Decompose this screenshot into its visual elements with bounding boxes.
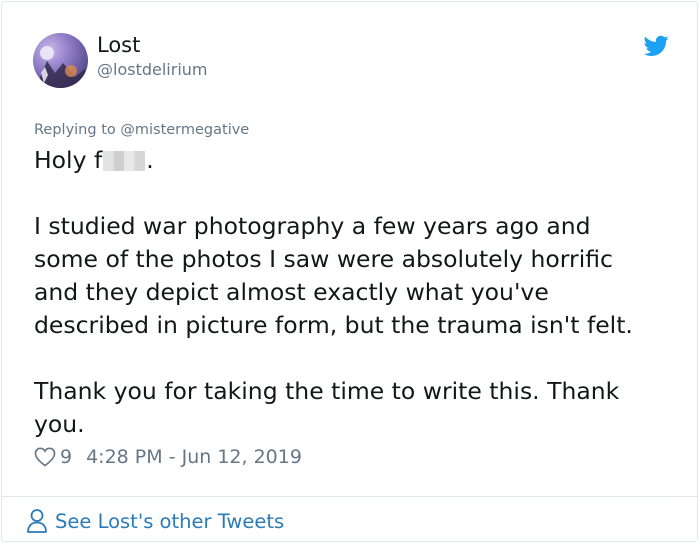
avatar[interactable]: [33, 33, 88, 88]
tweet-meta: 9 4:28 PM - Jun 12, 2019: [34, 444, 302, 470]
censor-blur: [103, 151, 146, 171]
username[interactable]: @lostdelirium: [97, 60, 207, 79]
tweet-line-1: Holy f.: [34, 144, 674, 177]
see-other-tweets-link[interactable]: See Lost's other Tweets: [26, 507, 284, 535]
display-name[interactable]: Lost: [97, 33, 140, 57]
person-icon: [27, 509, 47, 533]
heart-icon[interactable]: [34, 447, 56, 467]
timestamp[interactable]: 4:28 PM - Jun 12, 2019: [86, 446, 302, 468]
like-count[interactable]: 9: [60, 446, 72, 468]
tweet-card: Lost @lostdelirium Replying to @misterme…: [1, 1, 698, 542]
tweet-text: Holy f. I studied war photography a few …: [34, 144, 674, 441]
tweet-paragraph-3: Thank you for taking the time to write t…: [34, 377, 620, 438]
replying-to[interactable]: Replying to @mistermegative: [34, 122, 249, 138]
see-other-tweets-label: See Lost's other Tweets: [55, 509, 285, 533]
twitter-bird-icon[interactable]: [644, 35, 669, 57]
tweet-paragraph-2: I studied war photography a few years ag…: [34, 212, 633, 339]
tweet-line-1-suffix: .: [146, 146, 154, 174]
avatar-image: [33, 46, 88, 88]
divider: [2, 496, 697, 497]
tweet-line-1-prefix: Holy f: [34, 146, 103, 174]
